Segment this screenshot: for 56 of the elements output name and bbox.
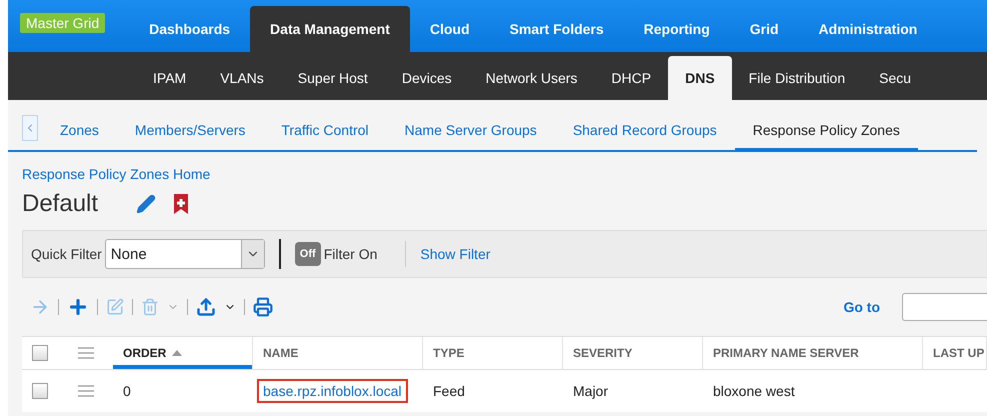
select-all-checkbox[interactable] xyxy=(32,345,48,361)
upload-icon[interactable] xyxy=(196,297,216,317)
main-nav-tab[interactable]: Reporting xyxy=(624,6,730,52)
go-to-link[interactable]: Go to xyxy=(843,299,880,315)
sub-nav-tab[interactable]: IPAM xyxy=(136,56,204,100)
quick-filter-label: Quick Filter xyxy=(31,246,102,262)
column-header[interactable]: PRIMARY NAME SERVER xyxy=(703,337,923,370)
sub-nav-tab[interactable]: VLANs xyxy=(203,56,281,100)
row-checkbox[interactable] xyxy=(32,383,48,399)
show-filter-link[interactable]: Show Filter xyxy=(420,246,490,262)
type-cell: Feed xyxy=(433,383,465,399)
column-header[interactable]: NAME xyxy=(253,337,423,370)
menu-icon[interactable] xyxy=(78,347,94,359)
brand-badge: Master Grid xyxy=(20,13,106,33)
delete-icon[interactable] xyxy=(141,298,159,316)
main-nav-tab[interactable]: Data Management xyxy=(250,6,410,52)
column-header[interactable]: SEVERITY xyxy=(563,337,703,370)
section-tab[interactable]: Response Policy Zones xyxy=(734,112,918,152)
quick-filter-select[interactable]: None xyxy=(104,239,265,269)
filter-toggle[interactable]: Off xyxy=(294,242,321,266)
page-title: Default xyxy=(22,190,98,218)
sub-nav-tab[interactable]: DNS xyxy=(668,56,732,100)
sort-ascending-icon xyxy=(172,350,182,356)
column-header[interactable]: TYPE xyxy=(423,337,563,370)
main-nav-tab[interactable]: Administration xyxy=(798,6,938,52)
pencil-icon[interactable] xyxy=(136,194,156,214)
sub-nav-tab[interactable]: File Distribution xyxy=(732,56,862,100)
print-icon[interactable] xyxy=(253,297,273,317)
section-tab[interactable]: Members/Servers xyxy=(116,112,264,152)
column-header[interactable]: ORDER xyxy=(113,337,253,370)
go-to-field[interactable] xyxy=(902,293,987,321)
sub-nav-tab[interactable]: Super Host xyxy=(280,56,385,100)
main-nav-tab[interactable]: Cloud xyxy=(410,6,490,52)
scroll-left-button[interactable] xyxy=(22,115,38,141)
name-server-cell: bloxone west xyxy=(713,383,795,399)
section-tab[interactable]: Shared Record Groups xyxy=(554,112,735,152)
main-nav-tab[interactable]: Dashboards xyxy=(129,6,250,52)
bookmark-icon[interactable] xyxy=(174,194,188,214)
main-nav-tab[interactable]: Smart Folders xyxy=(490,6,624,52)
zone-name-link[interactable]: base.rpz.infoblox.local xyxy=(257,379,408,403)
order-cell: 0 xyxy=(123,383,131,399)
severity-cell: Major xyxy=(573,383,608,399)
section-tab[interactable]: Traffic Control xyxy=(263,112,387,152)
sub-nav-tab[interactable]: Secu xyxy=(862,56,928,100)
sub-nav-tab[interactable]: Network Users xyxy=(468,56,594,100)
section-tab[interactable]: Zones xyxy=(42,112,117,152)
menu-icon[interactable] xyxy=(78,385,94,397)
breadcrumb-link[interactable]: Response Policy Zones Home xyxy=(22,166,210,182)
edit-icon[interactable] xyxy=(106,298,124,316)
section-tab[interactable]: Name Server Groups xyxy=(386,112,555,152)
filter-on-label: Filter On xyxy=(324,246,378,262)
column-header[interactable]: LAST UP xyxy=(923,337,987,370)
main-nav-tab[interactable]: Grid xyxy=(730,6,799,52)
sub-nav-tab[interactable]: Devices xyxy=(384,56,469,100)
sub-nav-tab[interactable]: DHCP xyxy=(594,56,668,100)
add-icon[interactable] xyxy=(67,296,89,318)
